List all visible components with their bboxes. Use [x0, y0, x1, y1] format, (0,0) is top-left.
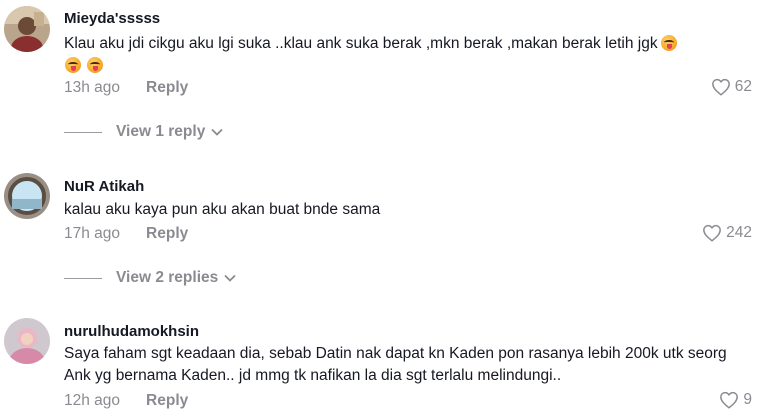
like-button[interactable]: 242 [702, 224, 752, 242]
comment-meta: 17h ago Reply [64, 225, 188, 243]
comment-time: 17h ago [64, 225, 121, 242]
squinting-tongue-emoji-icon [87, 57, 104, 73]
avatar[interactable] [4, 318, 50, 364]
like-count: 62 [734, 78, 752, 95]
reply-button[interactable]: Reply [146, 392, 188, 409]
squinting-tongue-emoji-icon [65, 57, 81, 73]
divider-line [64, 131, 102, 133]
avatar[interactable] [4, 6, 50, 52]
comment-meta: 12h ago Reply [64, 392, 188, 410]
divider-line [64, 277, 102, 279]
squinting-tongue-emoji-icon [660, 35, 677, 51]
like-count: 9 [743, 391, 752, 408]
comment-username[interactable]: nurulhudamokhsin [64, 323, 199, 340]
view-replies-label: View 2 replies [116, 269, 219, 286]
comment-text: kalau aku kaya pun aku akan buat bnde sa… [64, 201, 381, 218]
comment-text: Saya faham sgt keadaan dia, sebab Datin … [64, 345, 727, 384]
heart-outline-icon [703, 224, 722, 242]
heart-outline-icon [720, 391, 739, 409]
comment-time: 13h ago [64, 79, 121, 96]
chevron-down-icon [224, 274, 236, 282]
heart-outline-icon [711, 78, 730, 96]
like-count: 242 [726, 224, 752, 241]
comment-meta: 13h ago Reply [64, 79, 188, 97]
comment-username[interactable]: NuR Atikah [64, 178, 144, 195]
avatar[interactable] [4, 173, 50, 219]
view-replies-label: View 1 reply [116, 123, 206, 140]
view-replies-button[interactable]: View 1 reply [64, 123, 223, 141]
like-button[interactable]: 9 [719, 391, 752, 409]
like-button[interactable]: 62 [711, 78, 752, 96]
comment-username[interactable]: Mieyda'sssss [64, 10, 160, 27]
comment-time: 12h ago [64, 392, 121, 409]
reply-button[interactable]: Reply [146, 79, 188, 96]
comment-text-content: Klau aku jdi cikgu aku lgi suka ..klau a… [64, 35, 658, 52]
view-replies-button[interactable]: View 2 replies [64, 269, 236, 287]
reply-button[interactable]: Reply [146, 225, 188, 242]
comment-text: Klau aku jdi cikgu aku lgi suka ..klau a… [64, 33, 734, 77]
comments-list: Mieyda'sssss Klau aku jdi cikgu aku lgi … [0, 0, 762, 420]
chevron-down-icon [211, 128, 223, 136]
